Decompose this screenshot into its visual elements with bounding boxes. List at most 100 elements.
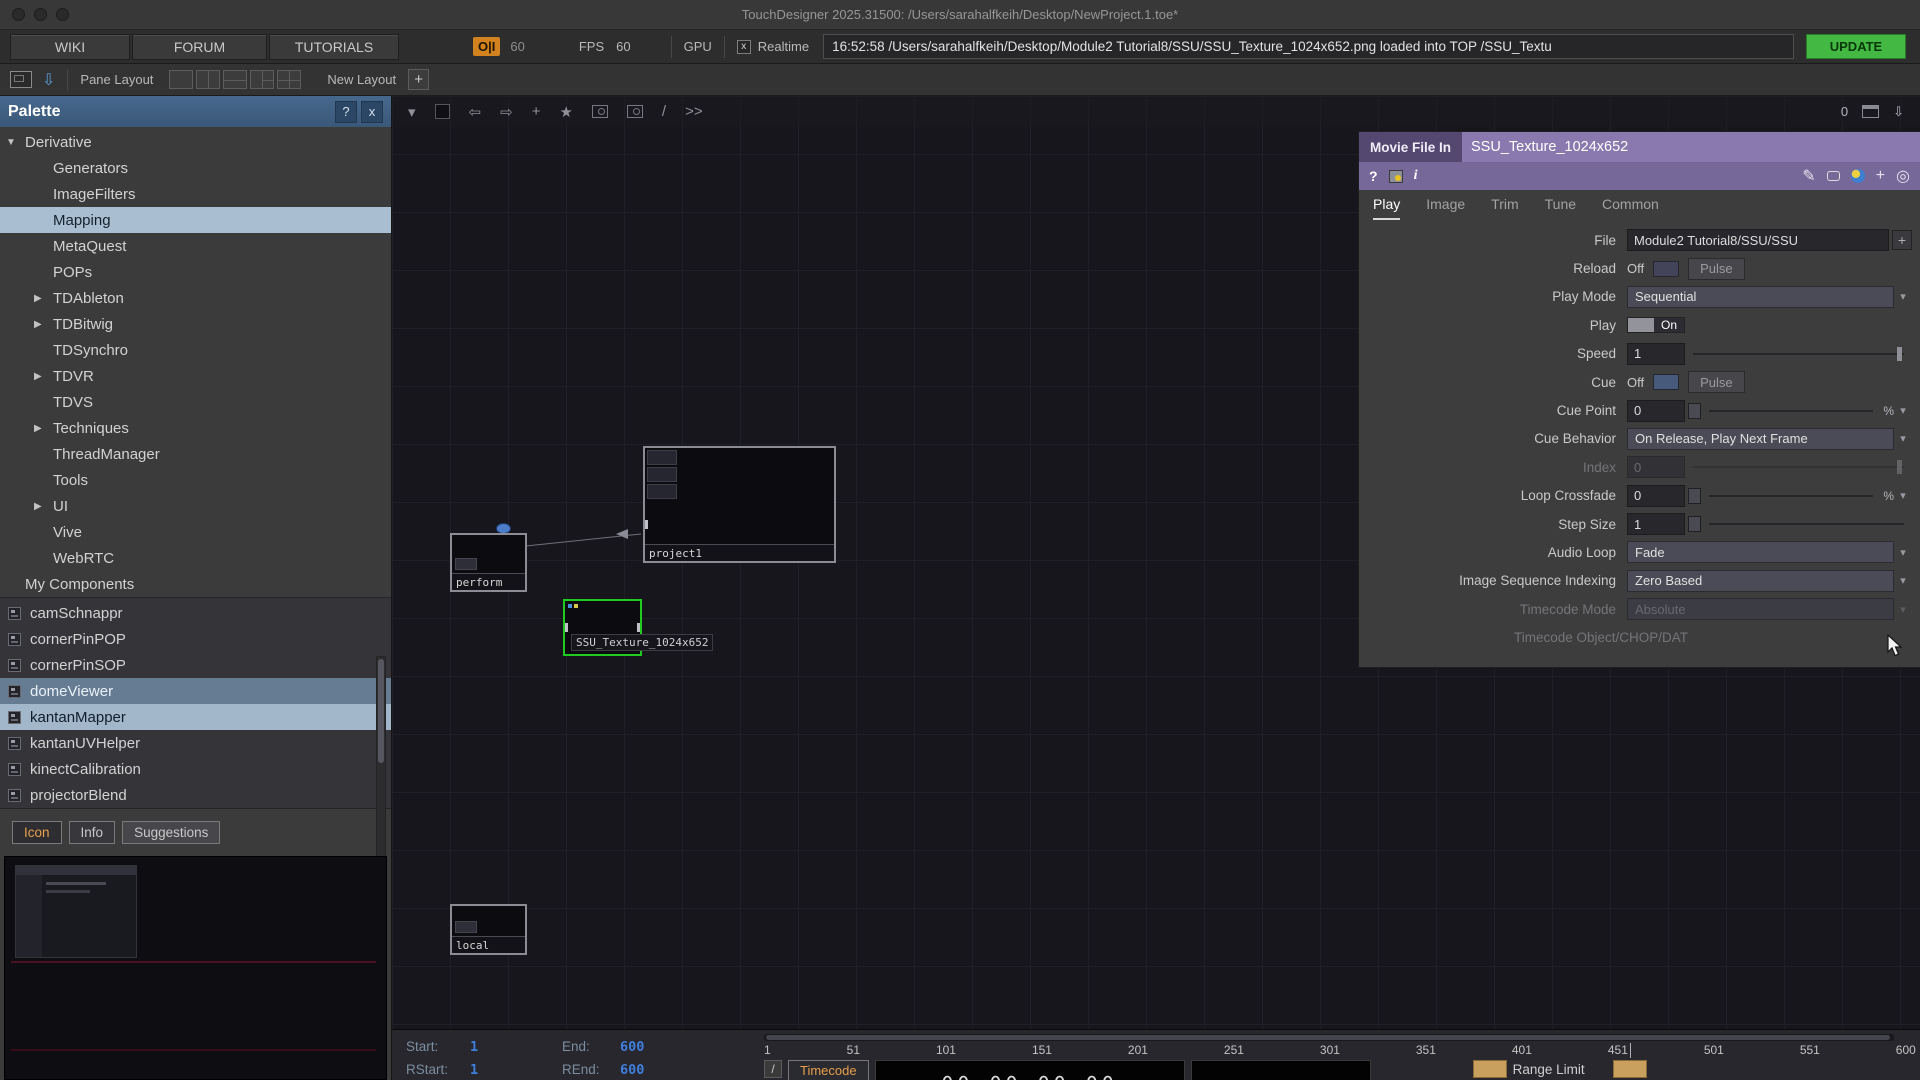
realtime-checkbox[interactable]: x [737, 40, 751, 54]
step-size-slider[interactable] [1709, 523, 1904, 525]
palette-tree-item[interactable]: Generators [0, 155, 391, 181]
update-button[interactable]: UPDATE [1806, 34, 1906, 59]
cue-pulse-button[interactable]: Pulse [1688, 371, 1745, 393]
parameter-tab[interactable]: Trim [1491, 196, 1518, 220]
parameter-tab[interactable]: Play [1373, 196, 1400, 220]
import-layout-icon[interactable]: ⇩ [42, 70, 55, 90]
palette-tree-item[interactable]: Vive [0, 519, 391, 545]
tree-expand-icon[interactable]: ▶ [34, 423, 53, 434]
param-label[interactable]: Image Sequence Indexing [1359, 573, 1627, 588]
reload-value[interactable]: Off [1627, 261, 1644, 276]
forum-button[interactable]: FORUM [132, 34, 267, 60]
palette-component-item[interactable]: kantanMapper [0, 704, 391, 730]
palette-tree-item[interactable]: ▶ TDAbleton [0, 285, 391, 311]
dropdown-caret-icon[interactable]: ▾ [1894, 290, 1912, 303]
add-layout-button[interactable]: + [408, 69, 429, 90]
output-connector[interactable] [637, 623, 640, 632]
oi-monitor-badge[interactable]: O|I [473, 37, 500, 56]
search-target-icon[interactable]: ◎ [1896, 166, 1910, 186]
palette-component-item[interactable]: cornerPinSOP [0, 652, 391, 678]
cue-behavior-dropdown[interactable]: On Release, Play Next Frame [1627, 428, 1894, 450]
lock-icon[interactable] [1389, 170, 1403, 183]
rend-value[interactable]: 600 [620, 1062, 644, 1078]
param-label[interactable]: Timecode Mode [1359, 602, 1627, 617]
step-size-field[interactable]: 1 [1627, 513, 1685, 535]
timeline-option-chip[interactable] [1473, 1060, 1507, 1078]
unit-caret-icon[interactable]: ▾ [1894, 404, 1912, 417]
palette-preview-tab[interactable]: Info [69, 821, 116, 844]
back-icon[interactable]: ⇦ [469, 103, 482, 121]
layout-horizontal-split-button[interactable] [223, 70, 247, 89]
network-editor[interactable]: ▾ ⇦ ⇨ + ★ / >> 0 ⇩ [392, 96, 1920, 1080]
layout-single-button[interactable] [169, 70, 193, 89]
zoom-fit-icon[interactable] [627, 105, 643, 118]
parameter-tab[interactable]: Tune [1545, 196, 1576, 220]
loop-crossfade-field[interactable]: 0 [1627, 485, 1685, 507]
palette-preview-tab[interactable]: Icon [12, 821, 62, 844]
reload-toggle[interactable] [1653, 261, 1679, 277]
timeline-scrollbar[interactable] [764, 1034, 1894, 1041]
play-mode-dropdown[interactable]: Sequential [1627, 286, 1894, 308]
node-local[interactable]: local [450, 904, 527, 955]
dropdown-caret-icon[interactable]: ▾ [1894, 574, 1912, 587]
palette-tree-item[interactable]: ▶ TDVR [0, 363, 391, 389]
parameter-tab[interactable]: Image [1426, 196, 1465, 220]
zoom-select-icon[interactable] [592, 105, 608, 118]
loop-crossfade-slider[interactable] [1709, 495, 1873, 497]
param-label[interactable]: Speed [1359, 346, 1627, 361]
param-label[interactable]: Step Size [1359, 517, 1627, 532]
rstart-value[interactable]: 1 [470, 1062, 562, 1078]
realtime-toggle[interactable]: x Realtime [737, 39, 809, 54]
palette-tree-item[interactable]: ▶ UI [0, 493, 391, 519]
param-label[interactable]: Timecode Object/CHOP/DAT [1359, 630, 1699, 645]
node-project1[interactable]: project1 [643, 446, 836, 563]
toggle-handle[interactable] [1628, 318, 1654, 332]
palette-tree-item[interactable]: POPs [0, 259, 391, 285]
dropdown-caret-icon[interactable]: ▾ [1894, 432, 1912, 445]
speed-slider[interactable] [1693, 353, 1904, 355]
add-operator-icon[interactable]: + [532, 103, 541, 120]
file-browse-button[interactable]: + [1892, 230, 1912, 250]
tree-expand-icon[interactable]: ▶ [34, 293, 53, 304]
palette-tree-item[interactable]: MetaQuest [0, 233, 391, 259]
dropdown-caret-icon[interactable]: ▾ [1894, 546, 1912, 559]
layout-vertical-split-button[interactable] [196, 70, 220, 89]
input-connector[interactable] [645, 520, 648, 529]
palette-tree-item[interactable]: Mapping [0, 207, 391, 233]
node-perform[interactable]: perform [450, 533, 527, 592]
dock-down-icon[interactable]: ⇩ [1893, 104, 1904, 120]
palette-component-item[interactable]: camSchnappr [0, 600, 391, 626]
timecode-tab[interactable]: Timecode [788, 1060, 869, 1080]
stop-icon[interactable] [435, 104, 450, 119]
palette-tree-item[interactable]: ThreadManager [0, 441, 391, 467]
tree-expand-icon[interactable]: ▶ [34, 501, 53, 512]
language-icon[interactable] [1851, 169, 1865, 183]
param-label[interactable]: Loop Crossfade [1359, 488, 1627, 503]
palette-tree-item[interactable]: ▶ TDBitwig [0, 311, 391, 337]
param-label[interactable]: Play Mode [1359, 289, 1627, 304]
param-label[interactable]: Index [1359, 460, 1627, 475]
timeline-option-chip[interactable] [1613, 1060, 1647, 1078]
layout-quad-button[interactable] [277, 70, 301, 89]
end-value[interactable]: 600 [620, 1039, 644, 1055]
slider-handle[interactable] [1688, 488, 1701, 504]
unit-caret-icon[interactable]: ▾ [1894, 489, 1912, 502]
play-toggle[interactable]: On [1627, 317, 1685, 333]
param-label[interactable]: Reload [1359, 261, 1627, 276]
palette-component-item[interactable]: kinectCalibration [0, 756, 391, 782]
palette-component-item[interactable]: projectorBlend [0, 782, 391, 808]
palette-tree-item[interactable]: Tools [0, 467, 391, 493]
pane-preview-icon[interactable] [10, 71, 32, 88]
unit-label[interactable]: % [1883, 489, 1894, 503]
add-parameter-icon[interactable]: + [1876, 167, 1885, 185]
palette-tree-item[interactable]: TDVS [0, 389, 391, 415]
info-icon[interactable]: i [1414, 168, 1418, 184]
palette-tree-item[interactable]: ImageFilters [0, 181, 391, 207]
timeline-ruler[interactable]: 151101151201251301351401451501551600 / T… [760, 1030, 1920, 1080]
palette-close-button[interactable]: x [361, 101, 383, 123]
palette-component-item[interactable]: domeViewer [0, 678, 391, 704]
cue-point-slider[interactable] [1709, 410, 1873, 412]
param-label[interactable]: Cue Point [1359, 403, 1627, 418]
audio-loop-dropdown[interactable]: Fade [1627, 541, 1894, 563]
operator-name-field[interactable]: SSU_Texture_1024x652 [1462, 132, 1920, 162]
